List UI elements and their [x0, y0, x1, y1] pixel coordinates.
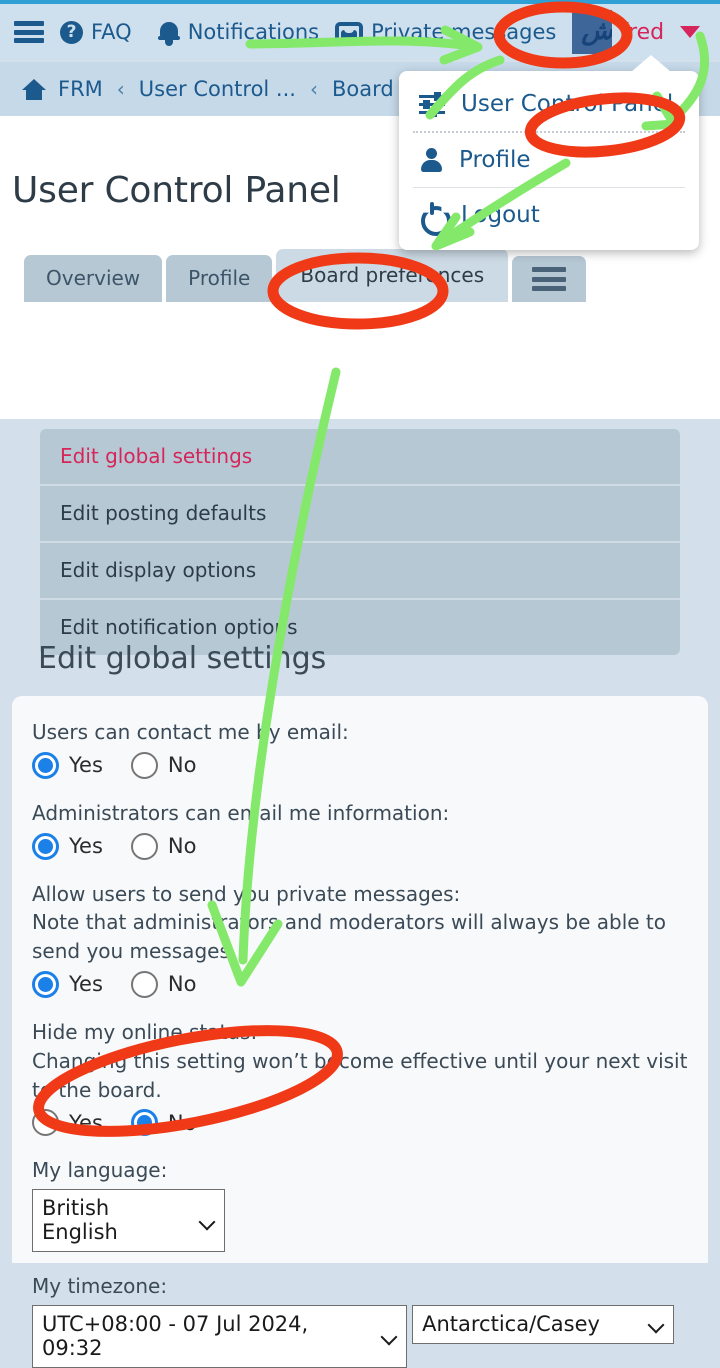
page-content: User Control Panel Overview Profile Boar… — [0, 116, 720, 1368]
chevron-down-icon — [680, 26, 701, 38]
field-label: Administrators can email me information: — [32, 800, 450, 825]
menu-item-profile[interactable]: Profile — [399, 133, 699, 187]
radio-no[interactable] — [130, 751, 158, 779]
breadcrumb-separator: ‹ — [116, 77, 125, 101]
radio-no-label: No — [167, 972, 197, 997]
radio-no[interactable] — [130, 1109, 158, 1137]
tab-bar: Overview Profile Board preferences — [24, 249, 587, 302]
breadcrumb-separator: ‹ — [309, 77, 318, 101]
radio-no-label: No — [167, 753, 197, 778]
tab-overview[interactable]: Overview — [24, 255, 163, 302]
bell-icon — [157, 20, 180, 46]
field-note: Note that administrators and moderators … — [32, 910, 667, 964]
radio-group: Yes No — [32, 832, 688, 860]
radio-no-label: No — [167, 834, 197, 859]
radio-yes[interactable] — [32, 751, 59, 779]
radio-group: Yes No — [32, 970, 688, 998]
field-timezone: My timezone: UTC+08:00 - 07 Jul 2024, 09… — [32, 1272, 688, 1368]
radio-group: Yes No — [32, 1109, 688, 1137]
radio-option-yes[interactable]: Yes — [32, 832, 103, 860]
chevron-down-icon — [201, 1216, 215, 1225]
field-language: My language: British English — [32, 1156, 688, 1253]
radio-option-no[interactable]: No — [130, 970, 197, 998]
radio-option-yes[interactable]: Yes — [32, 751, 103, 779]
timezone-offset-select[interactable]: UTC+08:00 - 07 Jul 2024, 09:32 — [32, 1304, 407, 1368]
hamburger-icon — [532, 267, 567, 291]
settings-form: Users can contact me by email: Yes No Ad… — [12, 696, 708, 1368]
sub-navigation: Edit global settings Edit posting defaul… — [40, 429, 680, 655]
field-allow-private-messages: Allow users to send you private messages… — [32, 880, 688, 998]
radio-yes[interactable] — [32, 832, 59, 860]
menu-item-logout[interactable]: Logout — [399, 188, 699, 242]
field-note: Changing this setting won’t become effec… — [32, 1048, 688, 1102]
radio-yes-label: Yes — [69, 1110, 103, 1135]
sliders-icon — [419, 92, 445, 117]
user-menu-toggle[interactable]: ش fred — [572, 10, 701, 54]
radio-option-no[interactable]: No — [130, 1109, 197, 1137]
field-admins-email-me: Administrators can email me information:… — [32, 799, 688, 860]
timezone-offset-value: UTC+08:00 - 07 Jul 2024, 09:32 — [42, 1311, 309, 1360]
faq-label: FAQ — [91, 20, 132, 44]
body-area: Edit global settings Edit posting defaul… — [0, 419, 720, 1368]
radio-yes[interactable] — [32, 970, 59, 998]
private-messages-label: Private messages — [371, 20, 557, 44]
private-messages-link[interactable]: Private messages — [335, 20, 556, 44]
timezone-city-value: Antarctica/Casey — [422, 1311, 600, 1336]
radio-option-yes[interactable]: Yes — [32, 1109, 103, 1137]
chevron-down-icon — [383, 1331, 397, 1340]
radio-option-yes[interactable]: Yes — [32, 970, 103, 998]
menu-item-user-control-panel[interactable]: User Control Panel — [399, 77, 699, 131]
breadcrumb-item-home[interactable]: FRM — [58, 77, 103, 101]
user-dropdown-menu: User Control Panel Profile Logout — [399, 55, 699, 250]
username-label: fred — [620, 19, 665, 45]
language-select-value: British English — [42, 1196, 118, 1245]
radio-yes[interactable] — [32, 1109, 59, 1137]
radio-no-label: No — [167, 1110, 197, 1135]
radio-yes-label: Yes — [69, 753, 103, 778]
radio-no[interactable] — [130, 832, 158, 860]
field-label: Hide my online status: — [32, 1019, 258, 1044]
question-circle-icon: ? — [60, 20, 83, 44]
field-label: Users can contact me by email: — [32, 720, 349, 744]
radio-option-no[interactable]: No — [130, 751, 197, 779]
radio-yes-label: Yes — [69, 834, 103, 859]
notifications-link[interactable]: Notifications — [157, 20, 320, 46]
avatar[interactable]: ش — [572, 10, 613, 54]
menu-item-label: Profile — [459, 147, 531, 173]
person-icon — [419, 148, 443, 172]
field-label: Allow users to send you private messages… — [32, 881, 461, 906]
radio-option-no[interactable]: No — [130, 832, 197, 860]
tab-overflow-menu-button[interactable] — [512, 256, 587, 302]
section-heading: Edit global settings — [38, 641, 327, 676]
subnav-item-edit-global-settings[interactable]: Edit global settings — [40, 429, 680, 486]
menu-item-label: Logout — [461, 202, 540, 228]
language-select[interactable]: British English — [32, 1189, 225, 1253]
power-icon — [419, 202, 445, 228]
hamburger-icon — [14, 21, 44, 43]
chevron-down-icon — [650, 1319, 664, 1328]
field-hide-online-status: Hide my online status: Changing this set… — [32, 1018, 688, 1137]
faq-link[interactable]: ? FAQ — [60, 20, 132, 44]
menu-item-label: User Control Panel — [461, 91, 674, 117]
header-nav: ? FAQ Notifications Private messages ش f… — [0, 4, 720, 60]
subnav-item-edit-display-options[interactable]: Edit display options — [40, 543, 680, 600]
inbox-icon — [335, 21, 364, 43]
timezone-city-select[interactable]: Antarctica/Casey — [412, 1304, 675, 1344]
breadcrumb-item-ucp[interactable]: User Control ... — [139, 77, 296, 101]
home-icon[interactable] — [22, 78, 46, 100]
avatar-emblem: ش — [581, 16, 613, 46]
notifications-label: Notifications — [187, 20, 320, 44]
field-label: My timezone: — [32, 1274, 168, 1299]
page-title: User Control Panel — [12, 170, 341, 212]
radio-yes-label: Yes — [69, 972, 103, 997]
field-label: My language: — [32, 1158, 168, 1183]
tab-profile[interactable]: Profile — [166, 255, 273, 302]
subnav-item-edit-posting-defaults[interactable]: Edit posting defaults — [40, 486, 680, 543]
radio-no[interactable] — [130, 970, 158, 998]
main-menu-button[interactable] — [14, 21, 44, 43]
field-contact-by-email: Users can contact me by email: Yes No — [32, 718, 688, 779]
radio-group: Yes No — [32, 751, 688, 779]
tab-board-preferences[interactable]: Board preferences — [276, 249, 509, 302]
